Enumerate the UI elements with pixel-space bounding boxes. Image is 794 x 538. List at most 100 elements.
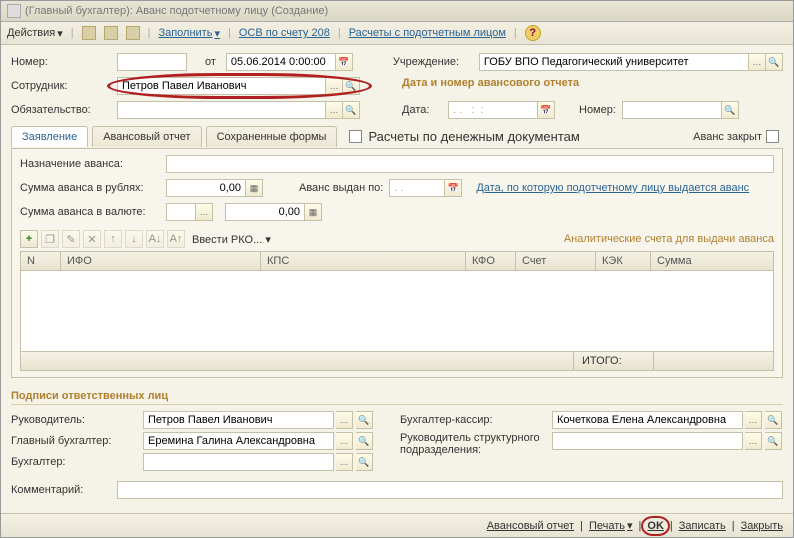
tab-advance-report[interactable]: Авансовый отчет (92, 126, 201, 147)
help-icon[interactable]: ? (525, 25, 541, 41)
report-section-head: Дата и номер авансового отчета (402, 77, 579, 89)
signatures-head: Подписи ответственных лиц (11, 390, 783, 405)
lookup-icon[interactable]: … (745, 432, 762, 450)
actions-menu[interactable]: Действия ▾ (7, 27, 63, 40)
search-icon[interactable]: 🔍 (765, 432, 782, 450)
sort-desc-icon[interactable]: A↑ (167, 230, 185, 248)
lookup-icon[interactable]: … (336, 411, 353, 429)
currency-input[interactable] (166, 203, 196, 221)
search-icon[interactable]: 🔍 (722, 101, 739, 119)
report-number-input[interactable] (622, 101, 722, 119)
lookup-icon[interactable]: … (749, 53, 766, 71)
print-menu[interactable]: Печать ▾ (589, 519, 633, 532)
footer-toolbar: Авансовый отчет | Печать ▾ | OK | Записа… (1, 513, 793, 537)
app-icon (7, 4, 21, 18)
report-date-input[interactable] (448, 101, 538, 119)
col-kps[interactable]: КПС (261, 252, 466, 270)
purpose-input[interactable] (166, 155, 774, 173)
employee-input[interactable] (117, 77, 326, 95)
col-kek[interactable]: КЭК (596, 252, 651, 270)
sum-cur-input[interactable] (225, 203, 305, 221)
fill-menu[interactable]: Заполнить ▾ (158, 27, 220, 40)
toolbar-icon-2[interactable] (104, 26, 118, 40)
search-icon[interactable]: 🔍 (356, 432, 373, 450)
calendar-icon[interactable]: 📅 (445, 179, 462, 197)
tab-saved-forms[interactable]: Сохраненные формы (206, 126, 338, 147)
manager-input[interactable] (143, 411, 334, 429)
issued-hint-link[interactable]: Дата, по которую подотчетному лицу выдае… (476, 182, 749, 194)
cashier-input[interactable] (552, 411, 743, 429)
obligation-label: Обязательство: (11, 104, 111, 116)
number-label: Номер: (11, 56, 111, 68)
pko-button[interactable]: Ввести РКО... ▾ (192, 233, 271, 246)
from-label: от (205, 56, 216, 68)
lookup-icon[interactable]: … (336, 453, 353, 471)
delete-icon[interactable]: ✕ (83, 230, 101, 248)
calendar-icon[interactable]: 📅 (538, 101, 555, 119)
tabs: Заявление Авансовый отчет Сохраненные фо… (11, 125, 783, 149)
chief-input[interactable] (143, 432, 334, 450)
analytics-note: Аналитические счета для выдачи аванса (564, 233, 774, 245)
struct-label: Руководитель структурного подразделения: (400, 432, 550, 456)
close-button[interactable]: Закрыть (741, 520, 783, 532)
sum-rub-input[interactable] (166, 179, 246, 197)
acct-input[interactable] (143, 453, 334, 471)
lookup-icon[interactable]: … (196, 203, 213, 221)
cashier-label: Бухгалтер-кассир: (400, 414, 550, 426)
col-sum[interactable]: Сумма (651, 252, 773, 270)
save-button[interactable]: Записать (679, 520, 726, 532)
lookup-icon[interactable]: … (745, 411, 762, 429)
closed-checkbox[interactable] (766, 130, 779, 143)
col-acct[interactable]: Счет (516, 252, 596, 270)
total-value (653, 352, 773, 370)
search-icon[interactable]: 🔍 (766, 53, 783, 71)
tab-application[interactable]: Заявление (11, 126, 88, 147)
osb-link[interactable]: ОСВ по счету 208 (239, 27, 330, 39)
col-ifo[interactable]: ИФО (61, 252, 261, 270)
col-kfo[interactable]: КФО (466, 252, 516, 270)
toolbar-icon-3[interactable] (126, 26, 140, 40)
down-icon[interactable]: ↓ (125, 230, 143, 248)
institution-label: Учреждение: (393, 56, 473, 68)
lookup-icon[interactable]: … (326, 101, 343, 119)
main-toolbar: Действия ▾ | | Заполнить ▾ | ОСВ по счет… (1, 22, 793, 45)
col-n[interactable]: N (21, 252, 61, 270)
search-icon[interactable]: 🔍 (356, 411, 373, 429)
search-icon[interactable]: 🔍 (356, 453, 373, 471)
window-title: (Главный бухгалтер): Аванс подотчетному … (25, 5, 328, 17)
sort-asc-icon[interactable]: A↓ (146, 230, 164, 248)
date-input[interactable] (226, 53, 336, 71)
calc-icon[interactable]: ▦ (246, 179, 263, 197)
advance-report-link[interactable]: Авансовый отчет (487, 520, 574, 532)
purpose-label: Назначение аванса: (20, 158, 160, 170)
total-label: ИТОГО: (573, 352, 653, 370)
grid: N ИФО КПС КФО Счет КЭК Сумма ИТОГО: (20, 251, 774, 371)
search-icon[interactable]: 🔍 (343, 77, 360, 95)
edit-icon[interactable]: ✎ (62, 230, 80, 248)
calendar-icon[interactable]: 📅 (336, 53, 353, 71)
search-icon[interactable]: 🔍 (765, 411, 782, 429)
money-docs-checkbox[interactable] (349, 130, 362, 143)
calc-icon[interactable]: ▦ (305, 203, 322, 221)
add-icon[interactable]: + (20, 230, 38, 248)
calc-link[interactable]: Расчеты с подотчетным лицом (349, 27, 506, 39)
toolbar-icon-1[interactable] (82, 26, 96, 40)
employee-label: Сотрудник: (11, 80, 111, 92)
lookup-icon[interactable]: … (336, 432, 353, 450)
number-input[interactable] (117, 53, 187, 71)
ok-button[interactable]: OK (647, 520, 664, 532)
institution-input[interactable] (479, 53, 749, 71)
struct-input[interactable] (552, 432, 743, 450)
sum-cur-label: Сумма аванса в валюте: (20, 206, 160, 218)
issued-label: Аванс выдан по: (299, 182, 383, 194)
window-titlebar: (Главный бухгалтер): Аванс подотчетному … (1, 1, 793, 22)
comment-input[interactable] (117, 481, 783, 499)
money-docs-label: Расчеты по денежным документам (368, 129, 579, 144)
lookup-icon[interactable]: … (326, 77, 343, 95)
issued-date-input[interactable] (389, 179, 445, 197)
copy-icon[interactable]: ❐ (41, 230, 59, 248)
search-icon[interactable]: 🔍 (343, 101, 360, 119)
obligation-input[interactable] (117, 101, 326, 119)
grid-body[interactable] (21, 271, 773, 351)
up-icon[interactable]: ↑ (104, 230, 122, 248)
